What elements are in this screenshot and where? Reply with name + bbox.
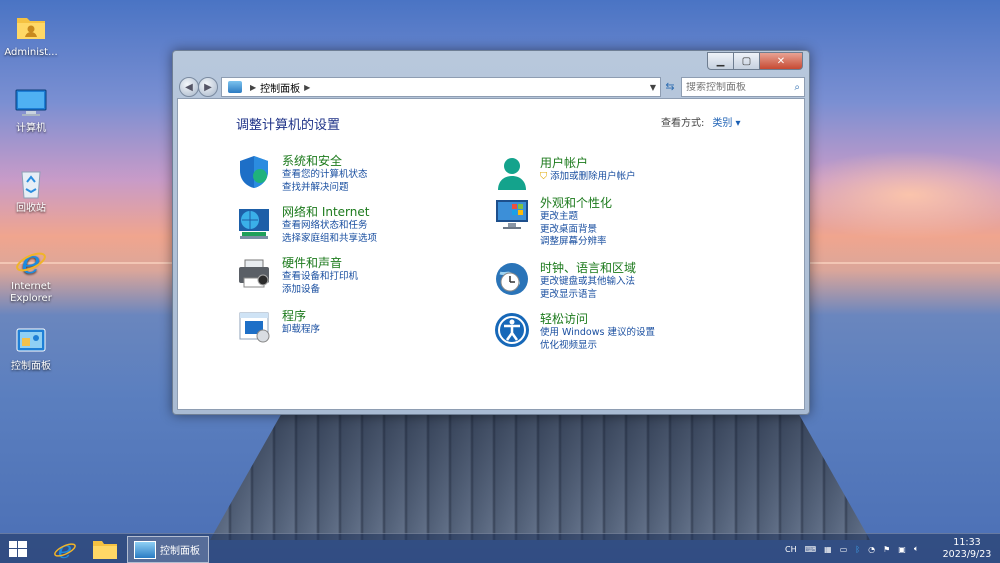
breadcrumb-arrow-icon[interactable]: ▶ [304,83,310,92]
link[interactable]: 选择家庭组和共享选项 [282,233,502,246]
recycle-bin-icon [14,166,48,200]
display-personalization-icon [494,196,530,232]
taskbar: e 控制面板 CH ⌨ ▦ ▭ ᛒ ◔ ⚑ ▣ 🔈︎ 11:33 2023/9/… [0,533,1000,563]
user-accounts-icon [494,156,530,192]
window-controls: ▁ ▢ ✕ [707,52,803,70]
taskbar-internet-explorer-icon[interactable]: e [52,536,78,563]
refresh-icon[interactable]: ⇆ [661,77,679,95]
clock-date: 2023/9/23 [942,549,992,560]
link[interactable]: 更改键盘或其他输入法 [540,276,760,289]
desktop-icon-label: 计算机 [16,123,46,134]
desktop-icon-label: Administ... [4,47,58,58]
language-indicator[interactable]: CH [785,545,797,554]
security-shield-icon [236,154,272,190]
sunset-glow [780,150,1000,240]
keyboard-icon[interactable]: ⌨ [805,545,817,554]
link[interactable]: 更改显示语言 [540,289,760,302]
bluetooth-icon[interactable]: ᛒ [855,545,860,554]
close-button[interactable]: ✕ [759,52,803,70]
breadcrumb-control-panel[interactable]: 控制面板 [260,80,300,95]
desktop-icon-label: 回收站 [16,203,46,214]
desktop-icon-recycle-bin[interactable]: 回收站 [0,166,62,215]
hardware-icon[interactable]: ▦ [824,545,832,554]
battery-icon[interactable]: ▭ [840,545,848,554]
network-globe-icon [236,205,272,241]
link[interactable]: 查看网络状态和任务 [282,220,502,233]
link[interactable]: 更改桌面背景 [540,224,760,237]
control-panel-small-icon [228,81,242,93]
svg-text:e: e [22,244,41,278]
address-dropdown-icon[interactable]: ▼ [650,83,656,92]
desktop: Administ... 计算机 回收站 e Internet Explorer … [0,0,1000,563]
search-box[interactable]: ⌕ [681,77,805,97]
desktop-icon-administrator[interactable]: Administ... [0,10,62,59]
control-panel-small-icon [134,540,156,559]
link[interactable]: 查找并解决问题 [282,182,502,195]
address-bar[interactable]: ▶ 控制面板 ▶ ▼ [221,77,661,97]
taskbar-file-explorer-icon[interactable] [92,537,118,561]
view-by-dropdown[interactable]: 类别 ▾ [712,118,740,129]
link[interactable]: 添加设备 [282,284,502,297]
category-title[interactable]: 轻松访问 [540,312,760,327]
category-title[interactable]: 外观和个性化 [540,196,760,211]
internet-explorer-icon: e [14,243,48,281]
maximize-button[interactable]: ▢ [733,52,760,70]
category-title[interactable]: 硬件和声音 [282,256,502,271]
link[interactable]: 卸载程序 [282,324,502,337]
flag-icon[interactable]: ⚑ [883,545,890,554]
device-icon[interactable]: ▣ [898,545,906,554]
navigation-bar: ◀ ▶ ▶ 控制面板 ▶ ▼ ⇆ ⌕ [177,75,805,97]
search-icon[interactable]: ⌕ [794,82,800,93]
view-by-value: 类别 [712,118,733,129]
folder-icon [14,10,48,44]
view-by-label: 查看方式: [661,118,705,129]
view-by: 查看方式: 类别 ▾ [661,114,741,129]
link[interactable]: 查看您的计算机状态 [282,169,502,182]
control-panel-icon [14,324,48,358]
link[interactable]: 更改主题 [540,211,760,224]
category-title[interactable]: 时钟、语言和区域 [540,261,760,276]
printer-icon [236,256,272,292]
link[interactable]: 优化视频显示 [540,340,760,353]
network-icon[interactable]: ◔ [868,545,875,554]
taskbar-item-label: 控制面板 [160,546,200,557]
pier-shadow [210,400,870,540]
clock[interactable]: 11:33 2023/9/23 [940,537,994,561]
back-button[interactable]: ◀ [179,77,199,97]
category-title[interactable]: 用户帐户 [540,156,760,171]
content-pane: 调整计算机的设置 查看方式: 类别 ▾ 系统和安全 查看您的计算机状态 查找并解决… [177,98,805,410]
search-input[interactable] [682,81,786,93]
link-text: 添加或删除用户帐户 [550,171,636,182]
desktop-icon-control-panel[interactable]: 控制面板 [0,324,62,373]
programs-icon [236,309,272,345]
control-panel-window: ▁ ▢ ✕ ◀ ▶ ▶ 控制面板 ▶ ▼ ⇆ ⌕ 调整计算机的设置 查看方式: 类… [172,50,810,415]
start-button[interactable] [9,541,27,557]
uac-shield-icon: ⛉ [540,171,548,182]
computer-icon [14,86,48,120]
accessibility-icon [494,312,530,348]
desktop-icon-label: Internet Explorer [10,281,52,304]
clock-time: 11:33 [953,537,981,548]
category-title[interactable]: 网络和 Internet [282,205,502,220]
clock-globe-icon [494,261,530,297]
volume-icon[interactable]: 🔈︎ [914,544,919,554]
link[interactable]: 查看设备和打印机 [282,271,502,284]
desktop-icon-label: 控制面板 [11,361,51,372]
link[interactable]: 调整屏幕分辨率 [540,236,760,249]
taskbar-item-control-panel[interactable]: 控制面板 [127,536,209,563]
desktop-icon-internet-explorer[interactable]: e Internet Explorer [0,243,62,305]
system-tray: CH ⌨ ▦ ▭ ᛒ ◔ ⚑ ▣ 🔈︎ [785,534,927,563]
breadcrumb-arrow-icon: ▶ [250,82,257,92]
minimize-button[interactable]: ▁ [707,52,734,70]
windows-logo-icon [9,541,27,557]
category-title[interactable]: 程序 [282,309,502,324]
category-title[interactable]: 系统和安全 [282,154,502,169]
page-title: 调整计算机的设置 [236,118,341,133]
forward-button[interactable]: ▶ [198,77,218,97]
link[interactable]: 使用 Windows 建议的设置 [540,327,760,340]
link[interactable]: ⛉ 添加或删除用户帐户 [540,171,760,184]
desktop-icon-computer[interactable]: 计算机 [0,86,62,135]
